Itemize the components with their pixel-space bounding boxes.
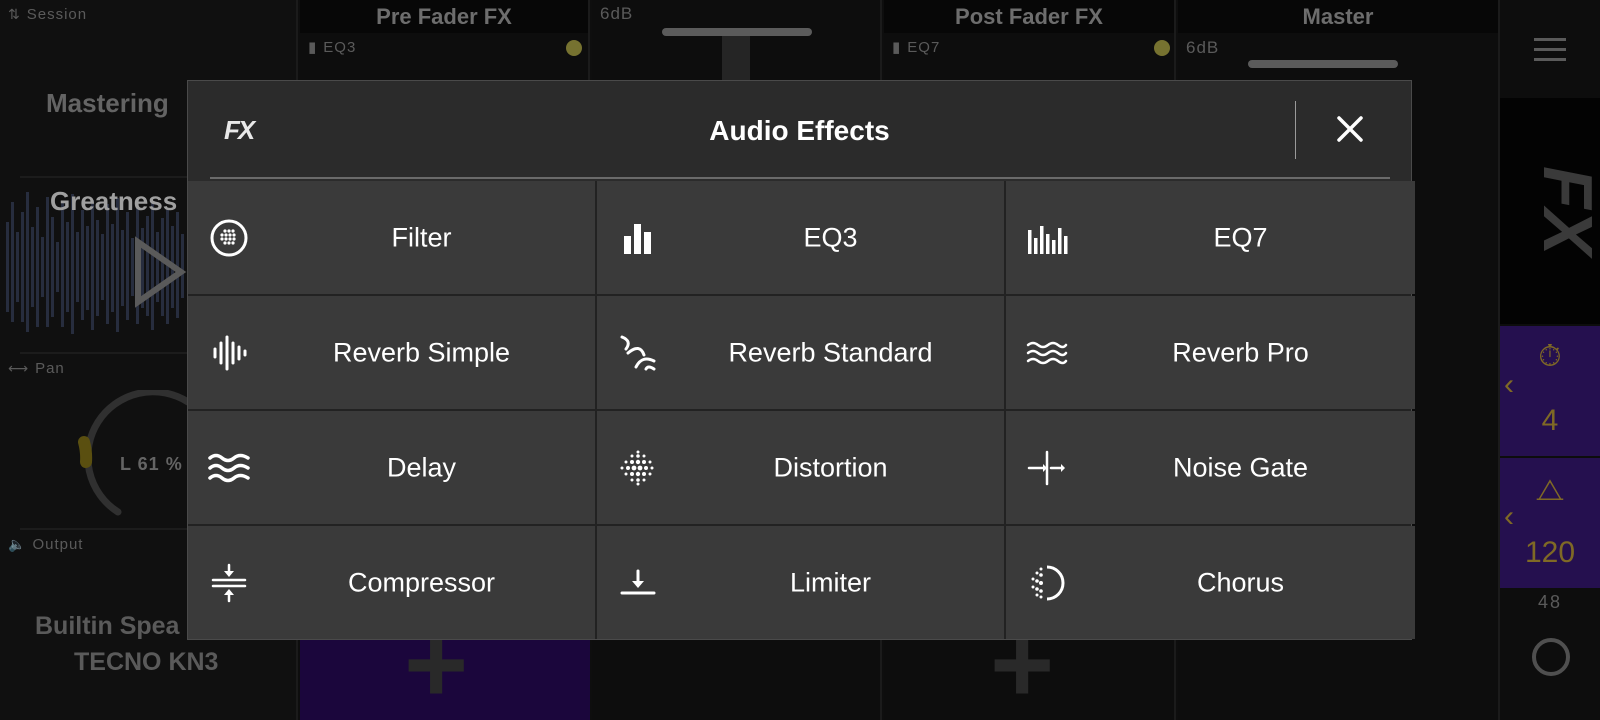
filter-icon: [208, 217, 250, 259]
eq3-icon: [617, 217, 659, 259]
chorus-icon: [1026, 562, 1068, 604]
effects-grid: Filter EQ3 EQ7 Reverb Simple Reverb Stan…: [188, 181, 1415, 639]
effect-label: Delay: [386, 452, 457, 482]
reverb-simple-icon: [208, 332, 250, 374]
effect-delay[interactable]: Delay: [188, 411, 595, 524]
compressor-icon: [208, 562, 250, 604]
effect-distortion[interactable]: Distortion: [597, 411, 1004, 524]
close-button[interactable]: [1330, 109, 1370, 149]
effect-label: Filter: [391, 222, 452, 252]
effect-eq3[interactable]: EQ3: [597, 181, 1004, 294]
effect-label: Chorus: [1196, 567, 1285, 597]
track-name: Greatness: [50, 186, 178, 216]
eq7-icon: [1026, 217, 1068, 259]
effect-compressor[interactable]: Compressor: [188, 526, 595, 639]
header-separator: [1295, 101, 1296, 159]
effect-limiter[interactable]: Limiter: [597, 526, 1004, 639]
effect-label: Distortion: [773, 452, 888, 482]
noise-gate-icon: [1026, 447, 1068, 489]
distortion-icon: [617, 447, 659, 489]
limiter-icon: [617, 562, 659, 604]
dialog-title: Audio Effects: [709, 115, 890, 146]
effect-noise-gate[interactable]: Noise Gate: [1006, 411, 1415, 524]
effect-reverb-pro[interactable]: Reverb Pro: [1006, 296, 1415, 409]
effect-label: Reverb Simple: [332, 337, 511, 367]
audio-effects-dialog: FX Audio Effects Filter EQ3 EQ7 Reverb S…: [187, 80, 1415, 640]
effect-label: Limiter: [789, 567, 871, 597]
effect-chorus[interactable]: Chorus: [1006, 526, 1415, 639]
delay-icon: [208, 447, 250, 489]
close-icon: [1337, 116, 1363, 142]
effect-eq7[interactable]: EQ7: [1006, 181, 1415, 294]
effect-label: Noise Gate: [1172, 452, 1309, 482]
effect-reverb-simple[interactable]: Reverb Simple: [188, 296, 595, 409]
effect-label: Reverb Pro: [1172, 337, 1309, 367]
effect-label: EQ3: [803, 222, 858, 252]
reverb-standard-icon: [617, 332, 659, 374]
effect-reverb-standard[interactable]: Reverb Standard: [597, 296, 1004, 409]
effect-label: Reverb Standard: [728, 337, 933, 367]
effect-label: EQ7: [1213, 222, 1268, 252]
dialog-header: FX Audio Effects: [188, 81, 1411, 179]
header-underline: [210, 177, 1390, 179]
reverb-pro-icon: [1026, 332, 1068, 374]
effect-label: Compressor: [347, 567, 496, 597]
effect-filter[interactable]: Filter: [188, 181, 595, 294]
